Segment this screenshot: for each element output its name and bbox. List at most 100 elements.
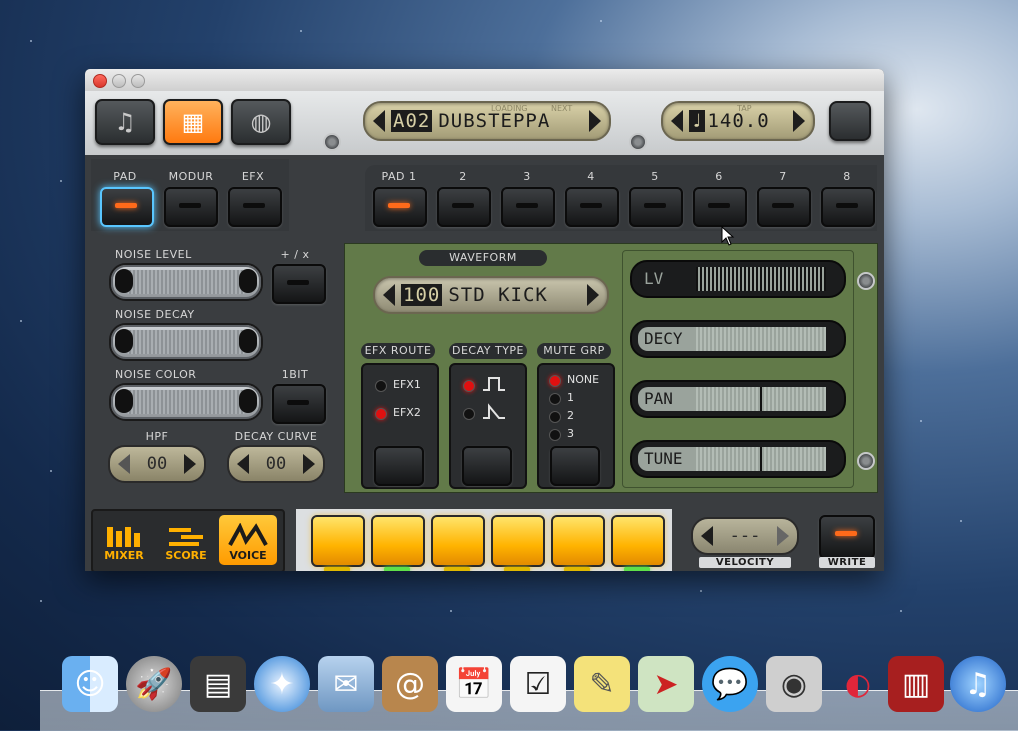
pattern-mode-button[interactable]: ▦ (163, 99, 223, 145)
itunes-icon[interactable]: ♫ (950, 656, 1006, 712)
mission-control-icon[interactable]: ▤ (190, 656, 246, 712)
app-icon[interactable]: ◐ (830, 656, 886, 712)
close-window-button[interactable] (93, 74, 107, 88)
mute-none-radio[interactable] (549, 375, 561, 387)
efx2-label: EFX2 (393, 406, 421, 419)
pattern-next-arrow[interactable] (589, 110, 601, 132)
pad-tab-4[interactable] (565, 187, 619, 227)
plus-x-button[interactable] (272, 264, 326, 304)
pattern-prev-arrow[interactable] (373, 110, 385, 132)
efx-route-label: EFX ROUTE (361, 343, 435, 359)
hpf-stepper[interactable]: 00 (108, 445, 206, 483)
photo-booth-icon[interactable]: ▥ (888, 656, 944, 712)
decay-ramp-radio[interactable] (463, 408, 475, 420)
tab-efx[interactable] (228, 187, 282, 227)
mute-3-radio[interactable] (549, 429, 561, 441)
contacts-icon[interactable]: @ (382, 656, 438, 712)
pad-tab-label: PAD 1 (381, 170, 417, 183)
pattern-selector[interactable]: LOADING NEXT A02 DUBSTEPPA (363, 101, 611, 141)
decay-type-label: DECAY TYPE (449, 343, 527, 359)
screw-icon (857, 452, 875, 470)
voice-pad-5[interactable] (551, 515, 605, 567)
tune-slider[interactable]: TUNE (630, 440, 846, 478)
pad-tab-6[interactable] (693, 187, 747, 227)
decay-curve-value: 00 (265, 454, 287, 474)
square-decay-icon (483, 377, 505, 391)
efx1-radio[interactable] (375, 380, 387, 392)
voice-label: VOICE (229, 549, 267, 562)
pad-tab-7[interactable] (757, 187, 811, 227)
voice-button[interactable]: VOICE (219, 515, 277, 565)
noise-decay-slider[interactable] (109, 323, 263, 361)
launchpad-icon[interactable]: 🚀 (126, 656, 182, 712)
pad-tab-2[interactable] (437, 187, 491, 227)
velocity-down-arrow[interactable] (701, 526, 713, 546)
velocity-value: --- (729, 526, 761, 546)
voice-pad-6[interactable] (611, 515, 665, 567)
tab-modur-label: MODUR (168, 170, 214, 183)
noise-level-slider[interactable] (109, 263, 263, 301)
onebit-button[interactable] (272, 384, 326, 424)
voice-pad-1[interactable] (311, 515, 365, 567)
mute-2-radio[interactable] (549, 411, 561, 423)
mute-3-label: 3 (567, 427, 574, 440)
calendar-icon[interactable]: 📅 (446, 656, 502, 712)
waveform-prev-arrow[interactable] (383, 284, 395, 306)
waveform-name: STD KICK (448, 284, 548, 306)
mute-1-radio[interactable] (549, 393, 561, 405)
decay-curve-stepper[interactable]: 00 (227, 445, 325, 483)
pad-tab-8[interactable] (821, 187, 875, 227)
velocity-stepper[interactable]: --- (691, 517, 799, 555)
maps-icon[interactable]: ➤ (638, 656, 694, 712)
reminders-icon[interactable]: ☑ (510, 656, 566, 712)
score-button[interactable]: SCORE (157, 515, 215, 565)
onebit-label: 1BIT (281, 368, 309, 381)
notes-icon[interactable]: ✎ (574, 656, 630, 712)
decay-type-button[interactable] (462, 446, 512, 486)
noise-decay-label: NOISE DECAY (115, 308, 195, 321)
decay-curve-up-arrow[interactable] (302, 454, 315, 474)
song-mode-button[interactable]: ♫ (95, 99, 155, 145)
minimize-window-button[interactable] (112, 74, 126, 88)
voice-pad-3[interactable] (431, 515, 485, 567)
hpf-down-arrow[interactable] (118, 454, 130, 474)
decay-square-radio[interactable] (463, 380, 475, 392)
hpf-up-arrow[interactable] (183, 454, 196, 474)
record-button[interactable] (829, 101, 871, 141)
messages-icon[interactable]: 💬 (702, 656, 758, 712)
tempo-down-arrow[interactable] (671, 110, 683, 132)
write-button[interactable] (819, 515, 875, 559)
pan-slider[interactable]: PAN (630, 380, 846, 418)
pad-tab-3[interactable] (501, 187, 555, 227)
tempo-selector[interactable]: TAP ♩ 140.0 (661, 101, 815, 141)
noise-color-slider[interactable] (109, 383, 263, 421)
global-mode-button[interactable]: ◍ (231, 99, 291, 145)
efx2-radio[interactable] (375, 408, 387, 420)
mute-grp-button[interactable] (550, 446, 600, 486)
velocity-up-arrow[interactable] (777, 526, 789, 546)
facetime-icon[interactable]: ◉ (766, 656, 822, 712)
decy-slider[interactable]: DECY (630, 320, 846, 358)
voice-pad-4[interactable] (491, 515, 545, 567)
efx-route-button[interactable] (374, 446, 424, 486)
decay-curve-down-arrow[interactable] (237, 454, 249, 474)
mute-none-label: NONE (567, 373, 600, 386)
voice-pad-2[interactable] (371, 515, 425, 567)
tempo-up-arrow[interactable] (793, 110, 805, 132)
waveform-next-arrow[interactable] (587, 284, 599, 306)
lv-slider[interactable]: LV (630, 260, 846, 298)
loading-indicator: LOADING (491, 104, 528, 113)
waveform-selector[interactable]: 100 STD KICK (373, 276, 609, 314)
zoom-window-button[interactable] (131, 74, 145, 88)
finder-icon[interactable]: ☺ (62, 656, 118, 712)
mixer-button[interactable]: MIXER (95, 515, 153, 565)
mail-icon[interactable]: ✉ (318, 656, 374, 712)
pad-tab-5[interactable] (629, 187, 683, 227)
mouse-cursor-icon (721, 226, 735, 246)
pad-tab-1[interactable] (373, 187, 427, 227)
tab-modur[interactable] (164, 187, 218, 227)
tab-pad[interactable] (100, 187, 154, 227)
music-note-icon: ♫ (114, 108, 136, 136)
safari-icon[interactable]: ✦ (254, 656, 310, 712)
globe-icon: ◍ (250, 108, 272, 136)
